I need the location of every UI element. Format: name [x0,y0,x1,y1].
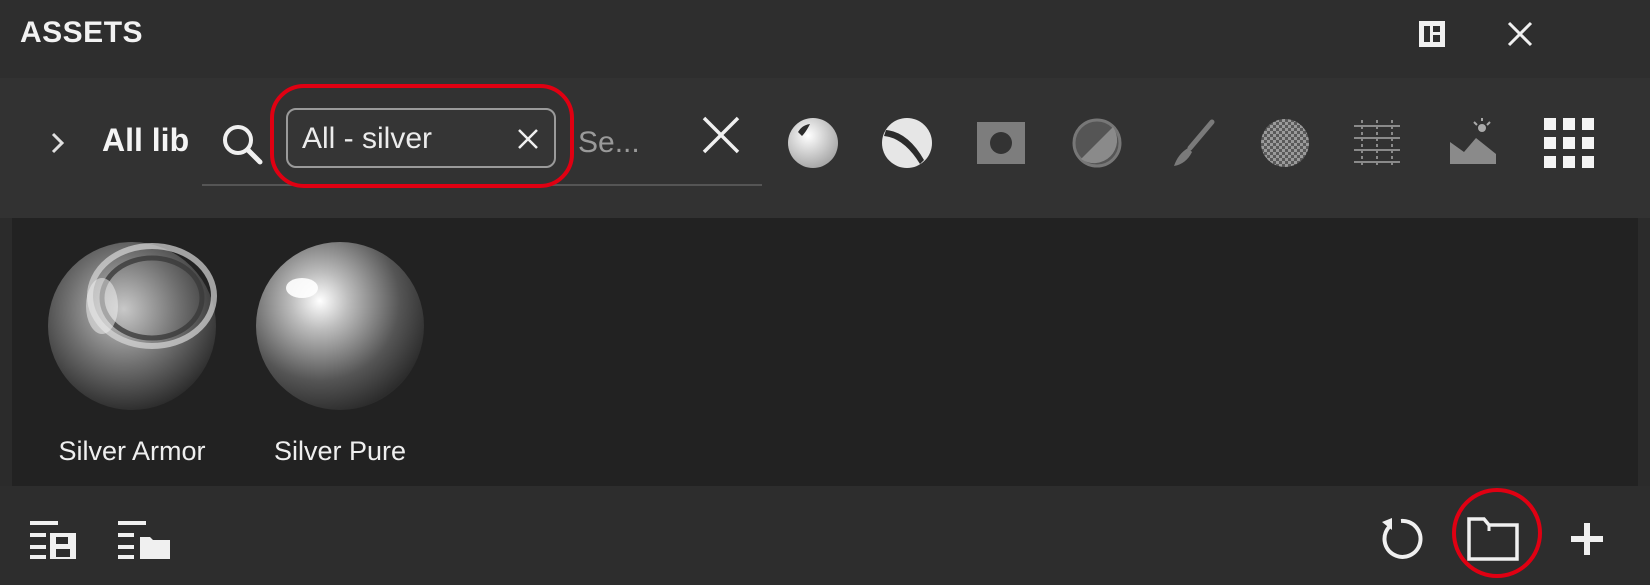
asset-tile[interactable]: Silver Pure [240,226,440,476]
generator-icon [1072,118,1122,168]
refresh-button[interactable] [1372,510,1430,568]
brush-icon [1174,119,1215,166]
open-folder-button[interactable] [1464,510,1522,568]
close-panel-button[interactable] [1500,14,1540,54]
material-icon [977,122,1025,164]
panel-title: ASSETS [20,16,144,49]
title-bar: ASSETS [0,0,1650,78]
bottom-bar [0,486,1650,585]
asset-label: Silver Pure [273,436,407,466]
add-icon [1571,523,1603,555]
asset-label: Silver Armor [58,436,206,466]
save-list-icon [30,521,76,559]
smart-material-icon [788,118,838,168]
chevron-right-icon[interactable] [46,128,70,158]
folder-list-button[interactable] [116,510,174,568]
folder-icon [1467,517,1519,561]
close-icon [1507,21,1533,47]
filter-environment[interactable] [1442,112,1504,174]
asset-thumbnail [256,242,424,410]
search-input[interactable] [578,120,678,166]
layout-toggle-button[interactable] [1412,14,1452,54]
save-list-button[interactable] [26,510,84,568]
filter-brush[interactable] [1162,112,1224,174]
refresh-icon [1382,518,1423,559]
asset-thumbnail [48,242,217,410]
filter-texture[interactable] [1346,112,1408,174]
smart-mask-icon [882,118,932,168]
search-icon [223,125,263,165]
add-button[interactable] [1558,510,1616,568]
search-underline [202,184,762,186]
filter-generator[interactable] [1066,112,1128,174]
clear-icon[interactable] [696,110,746,160]
folder-list-icon [118,521,170,559]
filter-material[interactable] [970,112,1032,174]
texture-icon [1354,120,1400,166]
all-assets-grid-icon [1544,118,1594,168]
filter-smart-material[interactable] [782,112,844,174]
environment-icon [1450,118,1496,164]
filter-smart-mask[interactable] [876,112,938,174]
asset-tile[interactable]: Silver Armor [32,226,232,476]
library-selector[interactable]: All lib [102,122,200,159]
close-icon[interactable] [512,123,544,155]
asset-grid: Silver Armor Silver Pure [12,218,1638,486]
alpha-icon [1261,119,1309,167]
filter-all-assets[interactable] [1538,112,1600,174]
filter-alpha[interactable] [1254,112,1316,174]
filter-chip-label: All - silver [302,122,433,155]
layout-toggle-icon [1419,21,1445,47]
filter-chip[interactable]: All - silver [286,108,556,168]
